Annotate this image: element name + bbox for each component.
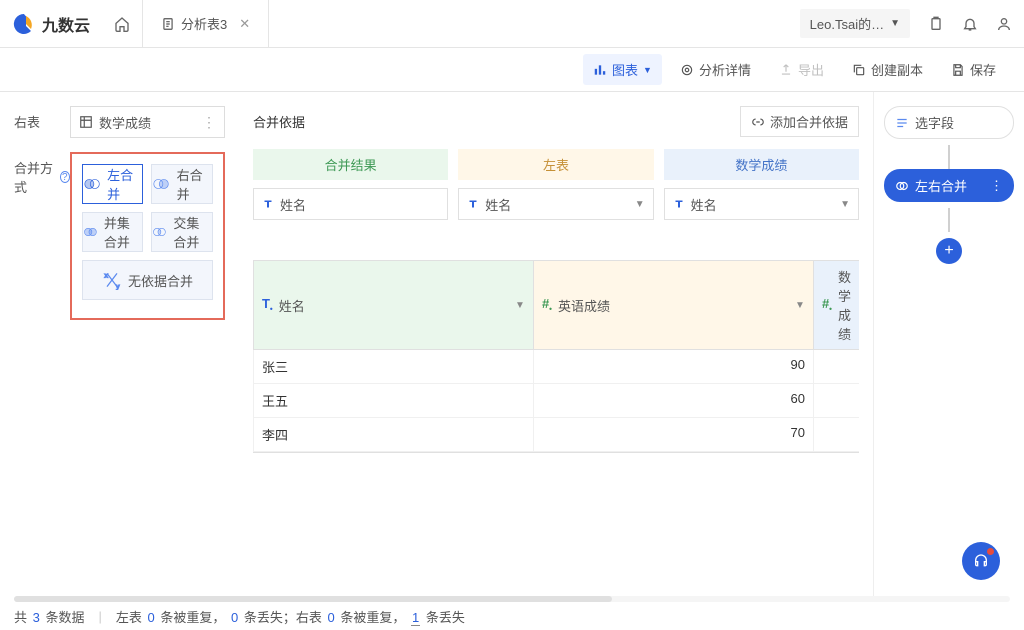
detail-button[interactable]: 分析详情 [670, 54, 761, 85]
basis-label-left: 左表 [458, 149, 653, 180]
topbar-right: Leo.Tsai的… ▼ [800, 9, 1012, 38]
right-table-select[interactable]: 数学成绩 ⋮ [70, 106, 225, 138]
text-type-icon [467, 198, 479, 210]
merge-left-button[interactable]: 左合并 [82, 164, 143, 204]
chevron-down-icon: ▼ [890, 18, 900, 29]
cross-join-icon: xy [102, 270, 122, 290]
chevron-down-icon: ▼ [635, 199, 645, 210]
logo-icon [12, 12, 36, 36]
headset-icon [973, 553, 989, 569]
table-row: 张三 90 [253, 350, 859, 384]
export-button: 导出 [769, 54, 834, 85]
step-select-field[interactable]: 选字段 [884, 106, 1014, 139]
add-step-button[interactable]: + [936, 238, 962, 264]
left-panel: 右表 数学成绩 ⋮ 合并方式 ? 左合并 右 [0, 92, 239, 596]
table-icon [79, 115, 93, 129]
chart-icon [593, 63, 607, 77]
middle-panel: 合并依据 添加合并依据 合并结果 左表 数学成绩 姓名 姓名 ▼ 姓名 [239, 92, 873, 596]
document-icon [161, 17, 175, 31]
union-join-icon [83, 222, 98, 242]
save-button[interactable]: 保存 [941, 54, 1006, 85]
connector [948, 145, 950, 169]
more-icon[interactable]: ⋮ [990, 178, 1003, 194]
save-icon [951, 63, 965, 77]
status-bar: 共 3 条数据 | 左表 0 条被重复， 0 条丢失；右表 0 条被重复， 1 … [0, 602, 1024, 630]
chevron-down-icon: ▼ [840, 199, 850, 210]
merge-intersect-button[interactable]: 交集合并 [151, 212, 212, 252]
brand: 九数云 [12, 12, 90, 36]
svg-text:y: y [116, 283, 120, 290]
scrollbar[interactable] [14, 596, 1010, 602]
help-fab[interactable] [962, 542, 1000, 580]
dropdown-icon[interactable]: ▼ [515, 300, 525, 311]
merge-right-button[interactable]: 右合并 [151, 164, 212, 204]
intersect-join-icon [152, 222, 167, 242]
chevron-down-icon: ▼ [643, 65, 652, 75]
add-basis-button[interactable]: 添加合并依据 [740, 106, 859, 137]
document-tab[interactable]: 分析表3 ✕ [142, 0, 269, 48]
help-icon[interactable]: ? [60, 171, 70, 183]
status-detail: 左表 0 条被重复， 0 条丢失；右表 0 条被重复， 1 条丢失 [116, 607, 465, 626]
table-row: 王五 60 [253, 384, 859, 418]
more-icon[interactable]: ⋮ [202, 114, 216, 131]
detail-icon [680, 63, 694, 77]
bell-icon[interactable] [962, 16, 978, 32]
col-header-eng[interactable]: #• 英语成绩 ▼ [533, 261, 813, 349]
brand-name: 九数云 [42, 12, 90, 36]
user-dropdown[interactable]: Leo.Tsai的… ▼ [800, 9, 910, 38]
connector [948, 208, 950, 232]
profile-icon[interactable] [996, 16, 1012, 32]
divider: | [99, 609, 102, 624]
clipboard-icon[interactable] [928, 16, 944, 32]
basis-field-left[interactable]: 姓名 ▼ [458, 188, 653, 220]
text-type-icon [262, 198, 274, 210]
steps-panel: 选字段 左右合并 ⋮ + [873, 92, 1024, 596]
basis-field-result[interactable]: 姓名 [253, 188, 448, 220]
content: 右表 数学成绩 ⋮ 合并方式 ? 左合并 右 [0, 92, 1024, 596]
list-icon [895, 116, 909, 130]
merge-union-button[interactable]: 并集合并 [82, 212, 143, 252]
right-table-value: 数学成绩 [99, 113, 151, 132]
basis-label-result: 合并结果 [253, 149, 448, 180]
step-merge[interactable]: 左右合并 ⋮ [884, 169, 1014, 202]
copy-button[interactable]: 创建副本 [842, 54, 933, 85]
col-header-math[interactable]: #• 数学成绩 [813, 261, 859, 349]
left-join-icon [83, 174, 101, 194]
col-header-name[interactable]: T• 姓名 ▼ [253, 261, 533, 349]
merge-method-label: 合并方式 ? [14, 152, 70, 196]
merge-nobasis-button[interactable]: xy 无依据合并 [82, 260, 213, 300]
merge-icon [895, 179, 909, 193]
link-icon [751, 115, 765, 129]
table-row: 李四 70 [253, 418, 859, 452]
topbar: 九数云 分析表3 ✕ Leo.Tsai的… ▼ [0, 0, 1024, 48]
toolbar: 图表 ▼ 分析详情 导出 创建副本 保存 [0, 48, 1024, 92]
export-icon [779, 63, 793, 77]
tab-close-icon[interactable]: ✕ [239, 16, 250, 32]
chart-button[interactable]: 图表 ▼ [583, 54, 662, 85]
merge-method-box: 左合并 右合并 并集合并 交集合并 xy [70, 152, 225, 320]
text-type-icon [673, 198, 685, 210]
tab-title: 分析表3 [181, 14, 227, 33]
merge-basis-label: 合并依据 [253, 112, 305, 131]
home-icon[interactable] [114, 16, 130, 32]
copy-icon [852, 63, 866, 77]
basis-label-right: 数学成绩 [664, 149, 859, 180]
right-join-icon [152, 174, 170, 194]
user-label: Leo.Tsai的… [810, 14, 884, 33]
right-table-label: 右表 [14, 106, 70, 131]
status-total: 共 3 条数据 [14, 607, 85, 626]
dropdown-icon[interactable]: ▼ [795, 300, 805, 311]
basis-field-right[interactable]: 姓名 ▼ [664, 188, 859, 220]
data-table: T• 姓名 ▼ #• 英语成绩 ▼ #• 数学成绩 张三 90 [253, 260, 859, 453]
